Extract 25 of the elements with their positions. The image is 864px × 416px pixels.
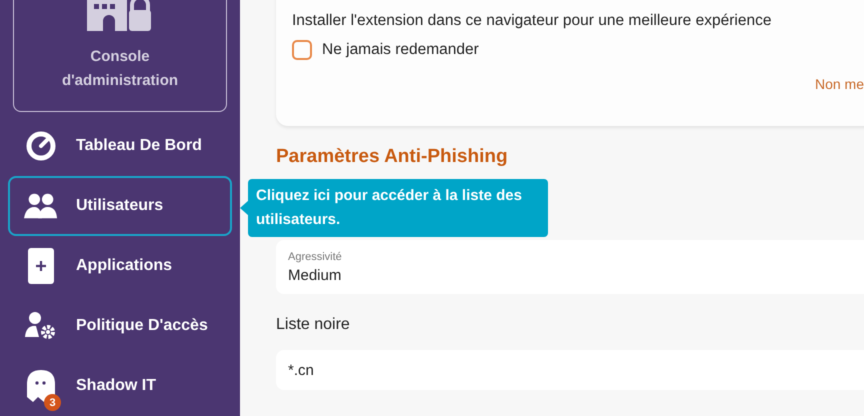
sidebar-item-label: Shadow IT xyxy=(76,377,156,395)
dismiss-link[interactable]: Non me xyxy=(814,76,864,92)
sidebar-item-label: Applications xyxy=(76,257,172,275)
gauge-icon xyxy=(26,131,56,161)
tooltip: Cliquez ici pour accéder à la liste des utilisateurs. xyxy=(248,179,548,237)
aggressiveness-select[interactable]: Agressivité Medium xyxy=(276,240,864,294)
user-gear-icon xyxy=(25,311,57,341)
blacklist-label: Liste noire xyxy=(276,316,351,334)
blacklist-field[interactable]: *.cn xyxy=(276,350,864,390)
sidebar-item-label: Politique D'accès xyxy=(76,317,208,335)
never-ask-checkbox[interactable]: Ne jamais redemander xyxy=(292,40,864,60)
console-card[interactable]: Console d'administration xyxy=(13,0,227,112)
sidebar-item[interactable]: Utilisateurs xyxy=(8,176,232,236)
sidebar-item[interactable]: Applications xyxy=(8,236,232,296)
users-icon xyxy=(24,192,58,220)
sidebar-item[interactable]: Tableau De Bord xyxy=(8,116,232,176)
sidebar-item-label: Tableau De Bord xyxy=(76,137,202,155)
sidebar-item[interactable]: 3 Shadow IT xyxy=(8,356,232,416)
extension-message: Installer l'extension dans ce navigateur pour une meilleure expérience xyxy=(292,12,772,30)
console-title: Console d'administration xyxy=(60,47,180,91)
plus-square-icon xyxy=(27,248,55,284)
sidebar-item-label: Utilisateurs xyxy=(76,197,164,215)
count-badge: 3 xyxy=(44,394,61,411)
sidebar-item[interactable]: Politique D'accès xyxy=(8,296,232,356)
section-title: Paramètres Anti-Phishing xyxy=(276,146,509,168)
